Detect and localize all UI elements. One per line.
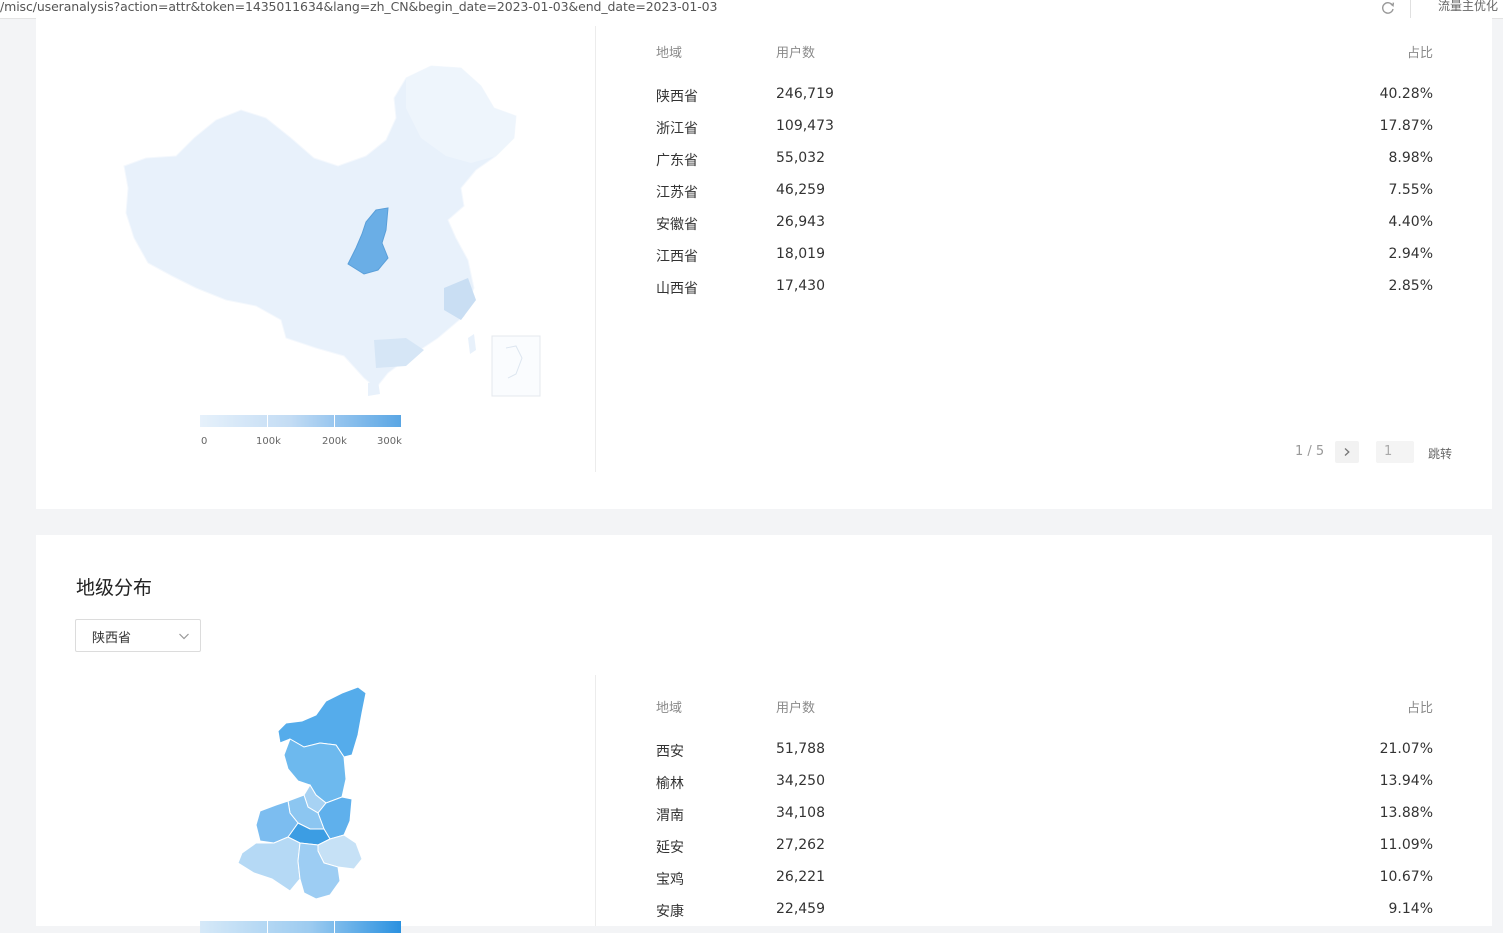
hanzhong-region bbox=[237, 836, 301, 892]
users-cell: 51,788 bbox=[776, 741, 825, 757]
share-cell: 11.09% bbox=[1379, 837, 1433, 853]
region-cell: 安康 bbox=[656, 904, 684, 920]
extension-label[interactable]: 流量主优化 bbox=[1438, 0, 1498, 14]
color-legend-bar bbox=[200, 921, 401, 933]
column-divider bbox=[595, 26, 596, 472]
share-cell: 9.14% bbox=[1388, 901, 1433, 917]
column-header-share: 占比 bbox=[1406, 701, 1433, 716]
share-cell: 10.67% bbox=[1379, 869, 1433, 885]
region-cell: 安徽省 bbox=[656, 217, 698, 233]
column-header-users: 用户数 bbox=[776, 46, 816, 61]
users-cell: 17,430 bbox=[776, 278, 825, 294]
legend-label: 0 bbox=[201, 436, 208, 447]
users-cell: 246,719 bbox=[776, 86, 834, 102]
city-distribution-card: 地级分布 陕西省 地域 用户数 占比 西安 51,788 21.07% 榆林 3… bbox=[36, 535, 1492, 933]
region-cell: 渭南 bbox=[656, 808, 684, 824]
share-cell: 2.85% bbox=[1388, 278, 1433, 294]
users-cell: 55,032 bbox=[776, 150, 825, 166]
region-cell: 西安 bbox=[656, 744, 684, 760]
province-select[interactable]: 陕西省 bbox=[75, 619, 201, 652]
share-cell: 21.07% bbox=[1379, 741, 1433, 757]
share-cell: 4.40% bbox=[1388, 214, 1433, 230]
shaanxi-map bbox=[237, 686, 367, 900]
users-cell: 18,019 bbox=[776, 246, 825, 262]
toolbar-separator bbox=[1410, 0, 1411, 18]
china-map bbox=[123, 65, 541, 397]
share-cell: 17.87% bbox=[1379, 118, 1433, 134]
url-text[interactable]: /misc/useranalysis?action=attr&token=143… bbox=[0, 0, 717, 14]
province-distribution-card: 0 100k 200k 300k 地域 用户数 占比 陕西省 246,719 4… bbox=[36, 18, 1492, 509]
column-header-users: 用户数 bbox=[776, 701, 816, 716]
column-divider bbox=[595, 675, 596, 926]
region-cell: 浙江省 bbox=[656, 121, 698, 137]
column-header-region: 地域 bbox=[656, 46, 683, 61]
share-cell: 2.94% bbox=[1388, 246, 1433, 262]
region-cell: 榆林 bbox=[656, 776, 684, 792]
chevron-right-icon bbox=[1344, 448, 1350, 456]
province-select-value: 陕西省 bbox=[92, 631, 132, 646]
users-cell: 26,943 bbox=[776, 214, 825, 230]
chevron-down-icon bbox=[179, 633, 189, 640]
legend-label: 200k bbox=[322, 436, 347, 447]
region-cell: 延安 bbox=[656, 840, 684, 856]
users-cell: 22,459 bbox=[776, 901, 825, 917]
share-cell: 7.55% bbox=[1388, 182, 1433, 198]
taiwan-island bbox=[468, 334, 476, 354]
region-cell: 宝鸡 bbox=[656, 872, 684, 888]
users-cell: 34,250 bbox=[776, 773, 825, 789]
users-cell: 109,473 bbox=[776, 118, 834, 134]
column-header-share: 占比 bbox=[1406, 46, 1433, 61]
share-cell: 40.28% bbox=[1379, 86, 1433, 102]
region-cell: 山西省 bbox=[656, 281, 698, 297]
color-legend-bar bbox=[200, 415, 401, 427]
region-cell: 陕西省 bbox=[656, 89, 698, 105]
page-number-input[interactable]: 1 bbox=[1376, 441, 1414, 463]
page-indicator: 1 / 5 bbox=[1295, 444, 1325, 459]
users-cell: 46,259 bbox=[776, 182, 825, 198]
share-cell: 8.98% bbox=[1388, 150, 1433, 166]
users-cell: 26,221 bbox=[776, 869, 825, 885]
users-cell: 34,108 bbox=[776, 805, 825, 821]
legend-label: 300k bbox=[377, 436, 402, 447]
jump-button[interactable]: 跳转 bbox=[1428, 445, 1452, 462]
browser-address-bar[interactable]: /misc/useranalysis?action=attr&token=143… bbox=[0, 0, 1503, 19]
reload-icon[interactable] bbox=[1380, 0, 1396, 16]
users-cell: 27,262 bbox=[776, 837, 825, 853]
section-title: 地级分布 bbox=[76, 577, 153, 599]
share-cell: 13.94% bbox=[1379, 773, 1433, 789]
south-china-sea-inset bbox=[491, 335, 541, 397]
next-page-button[interactable] bbox=[1335, 441, 1359, 463]
region-cell: 广东省 bbox=[656, 153, 698, 169]
region-cell: 江西省 bbox=[656, 249, 698, 265]
hainan-island bbox=[368, 381, 380, 396]
region-cell: 江苏省 bbox=[656, 185, 698, 201]
legend-label: 100k bbox=[256, 436, 281, 447]
column-header-region: 地域 bbox=[656, 701, 683, 716]
share-cell: 13.88% bbox=[1379, 805, 1433, 821]
